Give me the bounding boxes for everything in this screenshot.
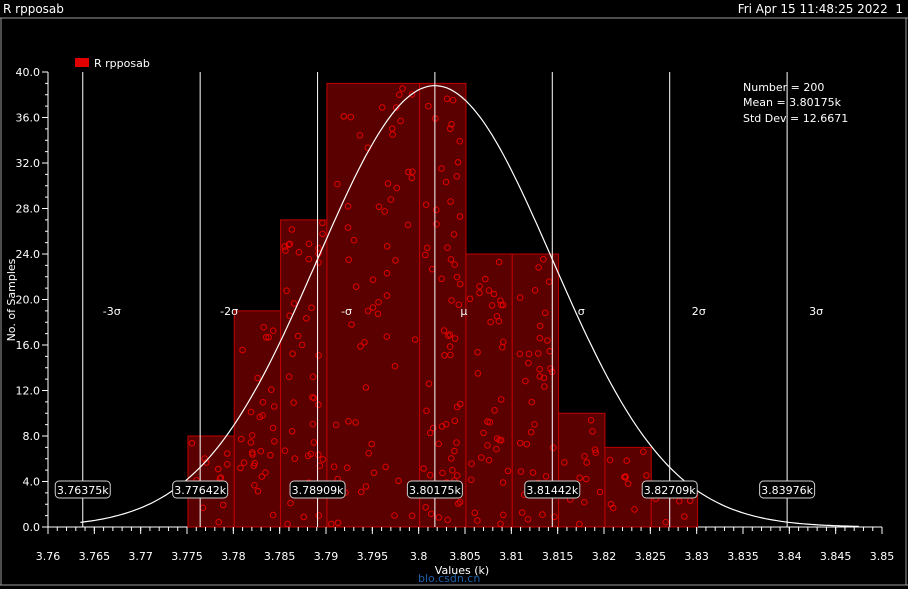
sigma-label: σ: [578, 305, 585, 318]
x-axis: 3.76 3.765 3.77 3.775 3.78 3.785 3.79 3.795 3.8 3…: [36, 527, 895, 563]
x-tick-label: 3.83: [684, 550, 709, 563]
y-tick-label: 8.0: [23, 430, 41, 443]
sigma-label: -2σ: [220, 305, 238, 318]
histogram-chart: R rpposab -3σ -2σ -σ μ σ 2σ 3σ 3.76375k 3.77642…: [0, 17, 908, 586]
y-tick-label: 28.0: [16, 203, 41, 216]
y-tick-label: 40.0: [16, 66, 41, 79]
sigma-value-labels: 3.76375k 3.77642k 3.78909k 3.80175k 3.81442k…: [54, 480, 816, 499]
sigma-value-label: 3.76375k: [57, 484, 109, 497]
y-tick-label: 12.0: [16, 385, 41, 398]
sigma-value-label: 3.80175k: [409, 484, 461, 497]
legend-label: R rpposab: [94, 57, 150, 70]
stats-mean: Mean = 3.80175k: [743, 96, 842, 109]
histogram-bars: [187, 82, 699, 528]
histogram-bar: [419, 82, 467, 528]
y-tick-label: 24.0: [16, 248, 41, 261]
x-tick-label: 3.815: [542, 550, 574, 563]
x-tick-label: 3.85: [870, 550, 895, 563]
stats-number: Number = 200: [743, 81, 824, 94]
y-tick-label: 20.0: [16, 294, 41, 307]
sigma-value-label: 3.81442k: [526, 484, 578, 497]
x-tick-label: 3.77: [128, 550, 153, 563]
x-tick-label: 3.8: [410, 550, 428, 563]
x-tick-label: 3.84: [777, 550, 802, 563]
stats-box: Number = 200 Mean = 3.80175k Std Dev = 1…: [743, 81, 848, 125]
sigma-value-label: 3.77642k: [174, 484, 226, 497]
histogram-bar: [558, 412, 606, 528]
stats-std: Std Dev = 12.6671: [743, 112, 848, 125]
x-tick-label: 3.81: [499, 550, 524, 563]
x-tick-label: 3.805: [449, 550, 481, 563]
histogram-bar: [465, 253, 513, 528]
sigma-label: -σ: [341, 305, 352, 318]
x-tick-label: 3.835: [727, 550, 759, 563]
x-tick-label: 3.76: [36, 550, 61, 563]
y-tick-label: 16.0: [16, 339, 41, 352]
y-tick-label: 36.0: [16, 112, 41, 125]
x-tick-label: 3.79: [314, 550, 339, 563]
legend-swatch: [75, 58, 89, 67]
x-tick-label: 3.78: [221, 550, 246, 563]
sigma-label: μ: [460, 305, 467, 318]
y-tick-label: 0.0: [23, 521, 41, 534]
x-tick-label: 3.795: [357, 550, 389, 563]
y-tick-label: 32.0: [16, 157, 41, 170]
sigma-label: 2σ: [692, 305, 706, 318]
sigma-value-label: 3.83976k: [761, 484, 813, 497]
watermark: blo.csdn.cn: [418, 572, 481, 585]
y-axis: 0.0 4.0 8.0 12.0 16.0 20.0 24.0 28.0 32.0 36.0 40.…: [16, 66, 48, 534]
sigma-value-label: 3.82709k: [644, 484, 696, 497]
y-tick-label: 4.0: [23, 476, 41, 489]
x-tick-label: 3.845: [820, 550, 852, 563]
x-tick-label: 3.775: [171, 550, 203, 563]
legend: R rpposab: [75, 57, 150, 70]
sigma-value-label: 3.78909k: [292, 484, 344, 497]
sigma-label: 3σ: [809, 305, 823, 318]
x-tick-label: 3.825: [635, 550, 667, 563]
x-tick-label: 3.82: [592, 550, 617, 563]
y-axis-label: No. of Samples: [5, 258, 18, 341]
x-tick-label: 3.785: [264, 550, 296, 563]
sigma-label: -3σ: [103, 305, 121, 318]
x-tick-label: 3.765: [79, 550, 111, 563]
